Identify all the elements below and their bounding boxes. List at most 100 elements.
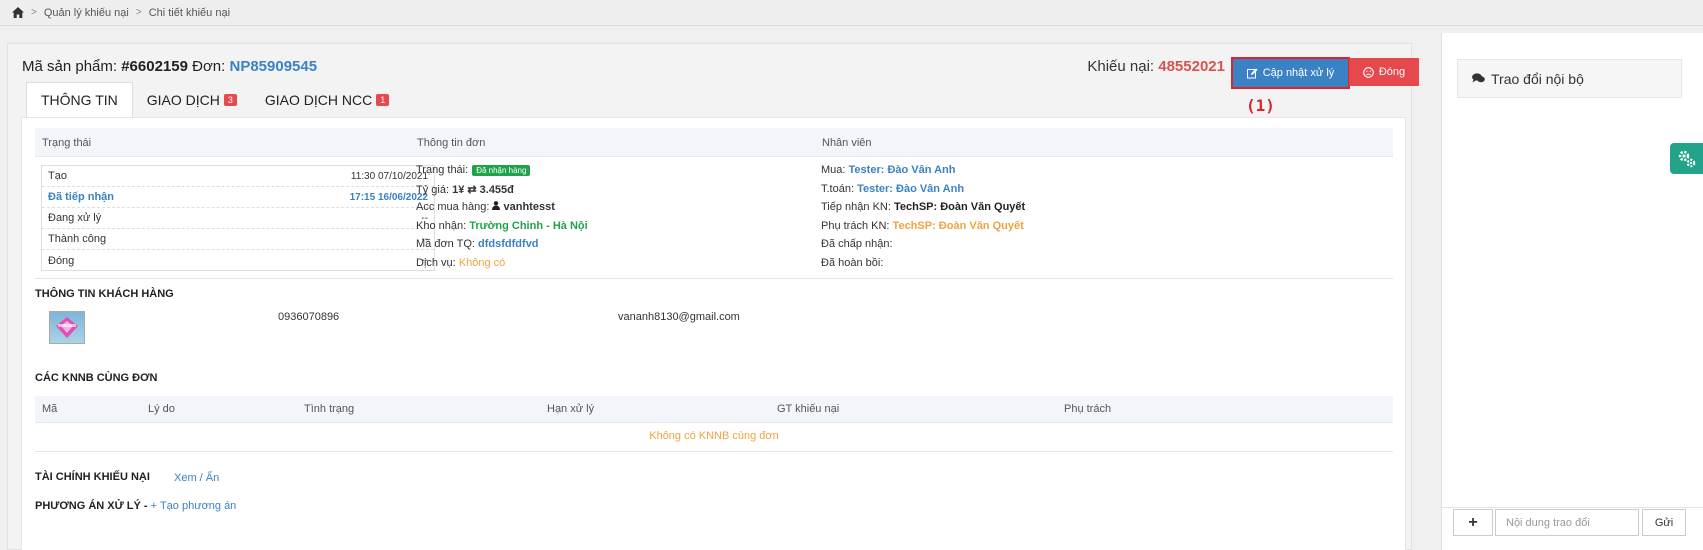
tq-label: Mã đơn TQ: (416, 238, 475, 250)
tab-label: GIAO DỊCH NCC (264, 91, 373, 108)
status-row: Đóng -- (42, 250, 434, 271)
page-title: Mã sản phẩm: #6602159 Đơn: NP85909545 (22, 58, 317, 75)
product-code: #6602159 (121, 58, 188, 75)
refunded-label: Đã hoàn bồi: (821, 257, 884, 269)
buy-label: Mua: (821, 164, 846, 176)
internal-chat-panel: Trao đổi nội bộ + Nội dung trao đổi Gửi (1441, 33, 1703, 550)
service-label: Dịch vụ: (416, 257, 456, 269)
info-tab-content: Trạng thái Thông tin đơn Nhân viên Tạo 11… (21, 117, 1406, 550)
status-label: Thành công (48, 233, 107, 245)
column-header: Hạn xử lý (547, 403, 595, 415)
annotation-marker: (1) (1246, 96, 1275, 115)
tab-label: THÔNG TIN (41, 92, 118, 108)
chat-message-input[interactable]: Nội dung trao đổi (1495, 509, 1639, 536)
warehouse-label: Kho nhận: (416, 220, 467, 232)
product-label: Mã sản phẩm: (22, 58, 118, 75)
home-icon[interactable] (12, 7, 24, 18)
complaint-code: 48552021 (1158, 58, 1225, 75)
order-code-link[interactable]: NP85909545 (230, 58, 318, 75)
staff-in-charge: Phụ trách KN: TechSP: Đoàn Văn Quyết (821, 220, 1024, 232)
receive-value: TechSP: Đoàn Văn Quyết (893, 201, 1026, 213)
breadcrumb-item-complaints[interactable]: Quản lý khiếu nại (44, 7, 129, 19)
count-badge: 1 (376, 93, 390, 106)
count-badge: 3 (223, 93, 237, 106)
status-timeline: Tạo 11:30 07/10/2021 Đã tiếp nhận 17:15 16… (41, 165, 435, 271)
divider (35, 278, 1393, 279)
column-header: Tình trạng (304, 403, 355, 415)
tab-label: GIAO DỊCH (146, 91, 220, 108)
pay-value[interactable]: Tester: Đào Vân Anh (857, 183, 964, 195)
update-button-label: Cập nhật xử lý (1262, 67, 1335, 79)
rate-label: Tỷ giá: (416, 184, 450, 196)
column-header: Mã (42, 403, 58, 415)
order-status: Trạng thái: Đã nhận hàng (416, 164, 531, 176)
plus-icon: + (150, 500, 158, 512)
customer-section-title: THÔNG TIN KHÁCH HÀNG (35, 288, 174, 300)
order-label: Đơn: (192, 58, 226, 75)
plan-section: PHƯƠNG ÁN XỬ LÝ - + Tạo phương án (35, 500, 236, 512)
breadcrumb-item-detail: Chi tiết khiếu nại (148, 6, 231, 19)
acc-label: Acc mua hàng: (416, 201, 490, 213)
settings-widget[interactable] (1670, 143, 1703, 174)
avatar (49, 311, 85, 344)
purchase-account: Acc mua hàng: vanhtesst (416, 201, 555, 213)
status-row: Đang xử lý -- (42, 208, 434, 229)
plan-section-title: PHƯƠNG ÁN XỬ LÝ - (35, 500, 148, 512)
status-label: Đang xử lý (48, 212, 102, 224)
status-row: Thành công -- (42, 229, 434, 250)
service-value: Không có (458, 257, 506, 269)
finance-section-title: TÀI CHÍNH KHIẾU NẠI (35, 471, 150, 483)
buy-value[interactable]: Tester: Đào Vân Anh (849, 164, 956, 176)
knnb-section-title: CÁC KNNB CÙNG ĐƠN (35, 372, 158, 384)
add-attachment-button[interactable]: + (1453, 509, 1493, 536)
service: Dịch vụ: Không có (416, 257, 505, 269)
receiving-warehouse: Kho nhận: Trường Chinh - Hà Nội (416, 220, 588, 232)
comments-icon (1472, 73, 1485, 83)
chat-header: Trao đổi nội bộ (1457, 59, 1682, 98)
divider (1442, 507, 1703, 508)
tab-transactions[interactable]: GIAO DỊCH 3 (133, 82, 251, 117)
charge-label: Phụ trách KN: (821, 220, 890, 232)
tq-value-link[interactable]: dfdsfdfdfvd (478, 238, 538, 250)
tab-info[interactable]: THÔNG TIN (26, 82, 133, 117)
customer-email: vananh8130@gmail.com (618, 311, 740, 323)
create-plan-label: Tạo phương án (159, 500, 237, 512)
send-button[interactable]: Gửi (1642, 509, 1686, 536)
complaint-label: Khiếu nại: (1087, 58, 1155, 75)
status-label: Đóng (48, 254, 75, 267)
finance-toggle-link[interactable]: Xem / Ẩn (174, 472, 219, 484)
rate-value: 1¥ ⇄ 3.455đ (452, 184, 514, 196)
order-status-label: Trạng thái: (416, 164, 469, 176)
user-icon (492, 201, 501, 210)
update-processing-button[interactable]: Cập nhật xử lý (1231, 57, 1350, 89)
tab-supplier-transactions[interactable]: GIAO DỊCH NCC 1 (251, 82, 403, 117)
chat-title: Trao đổi nội bộ (1491, 70, 1584, 87)
pay-label: T.toán: (821, 183, 855, 195)
exchange-rate: Tỷ giá: 1¥ ⇄ 3.455đ (416, 183, 514, 196)
column-header: GT khiếu nại (777, 403, 840, 415)
warehouse-value: Trường Chinh - Hà Nội (469, 220, 588, 232)
knnb-empty-message: Không có KNNB cùng đơn (649, 430, 779, 442)
complaint-detail-panel: Mã sản phẩm: #6602159 Đơn: NP85909545 Kh… (7, 43, 1419, 550)
staff-buyer: Mua: Tester: Đào Vân Anh (821, 164, 956, 176)
status-badge: Đã nhận hàng (472, 165, 531, 176)
close-complaint-button[interactable]: Đóng (1349, 58, 1419, 86)
frown-icon (1362, 66, 1374, 78)
accepted-label: Đã chấp nhận: (821, 238, 893, 250)
column-header-staff: Nhân viên (822, 137, 872, 149)
column-header-status: Trạng thái (42, 137, 92, 149)
divider (35, 451, 1393, 452)
create-plan-link[interactable]: + Tạo phương án (151, 500, 237, 512)
status-row-current: Đã tiếp nhận 17:15 16/06/2022 (42, 187, 434, 208)
status-label: Đã tiếp nhận (48, 191, 115, 203)
receive-label: Tiếp nhận KN: (821, 201, 891, 213)
customer-phone: 0936070896 (278, 311, 340, 323)
complaint-id: Khiếu nại: 48552021 (1087, 58, 1225, 75)
column-header: Lý do (148, 403, 175, 415)
chevron-right-icon: > (135, 7, 142, 18)
chevron-right-icon: > (31, 7, 37, 18)
acc-value: vanhtesst (503, 201, 555, 213)
info-table-header: Trạng thái Thông tin đơn Nhân viên (35, 128, 1393, 157)
tab-bar: THÔNG TIN GIAO DỊCH 3 GIAO DỊCH NCC 1 (26, 82, 403, 117)
charge-value[interactable]: TechSP: Đoàn Văn Quyết (893, 220, 1024, 232)
